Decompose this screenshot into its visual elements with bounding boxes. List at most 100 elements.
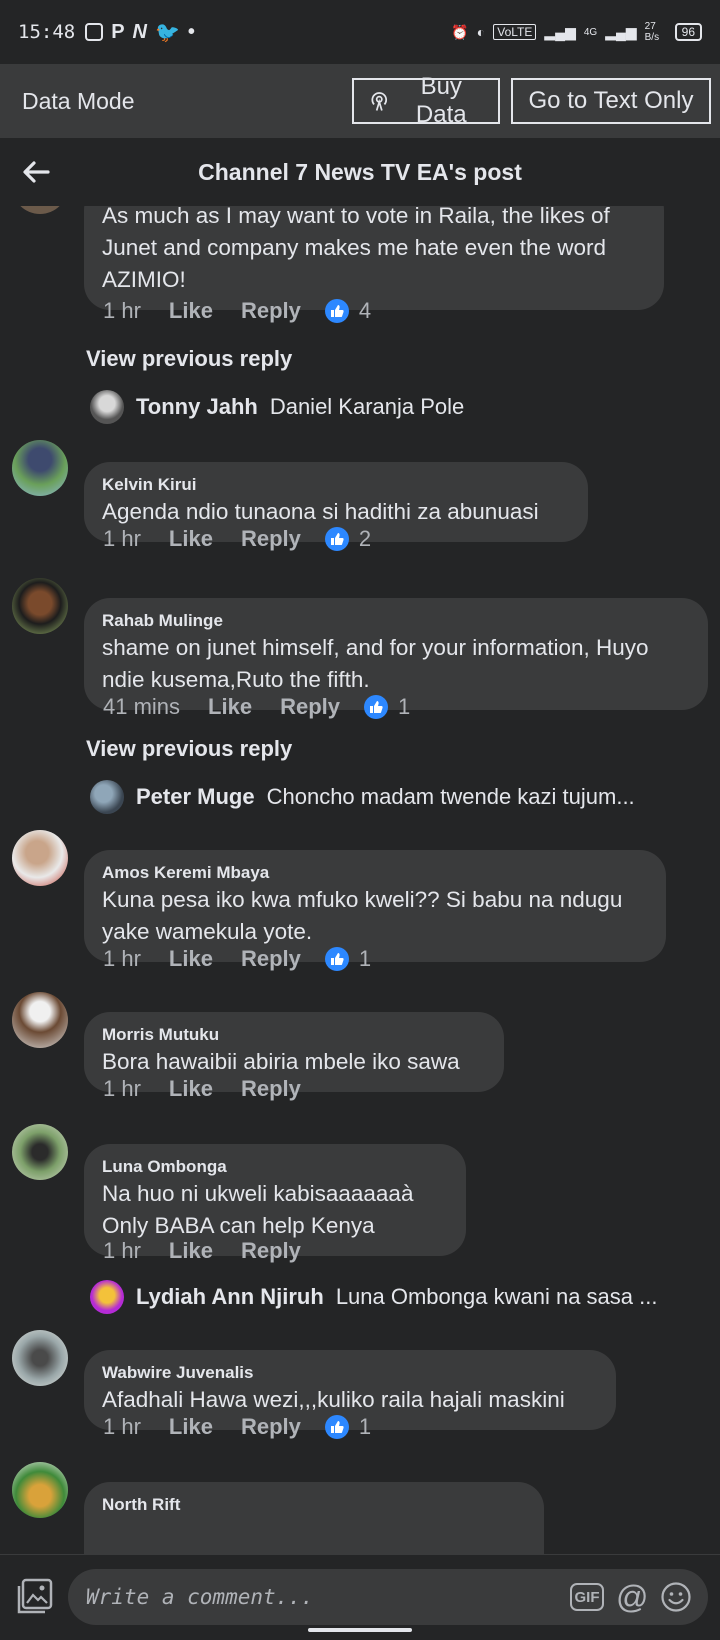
home-indicator[interactable] bbox=[308, 1628, 412, 1632]
thumbs-up-icon bbox=[324, 1415, 349, 1439]
reply-button[interactable]: Reply bbox=[241, 298, 301, 324]
net-speed: 27 B/s bbox=[644, 21, 660, 43]
comment-author[interactable]: Morris Mutuku bbox=[102, 1024, 486, 1046]
reply-preview[interactable]: Lydiah Ann Njiruh Luna Ombonga kwani na … bbox=[90, 1280, 710, 1314]
comment-text: shame on junet himself, and for your inf… bbox=[102, 635, 649, 692]
avatar[interactable] bbox=[12, 1124, 68, 1180]
app-icon bbox=[85, 23, 104, 41]
page-title: Channel 7 News TV EA's post bbox=[198, 158, 522, 185]
reply-preview[interactable]: Tonny Jahh Daniel Karanja Pole bbox=[90, 390, 710, 424]
comment-author[interactable]: Kelvin Kirui bbox=[102, 474, 570, 496]
avatar bbox=[90, 390, 124, 424]
avatar[interactable] bbox=[12, 440, 68, 496]
photo-icon[interactable] bbox=[16, 1577, 54, 1615]
battery-icon: 96 bbox=[674, 23, 702, 41]
notification-icons: P N 🐦 • bbox=[85, 20, 195, 45]
comment-author[interactable]: Luna Ombonga bbox=[102, 1156, 448, 1178]
like-button[interactable]: Like bbox=[169, 298, 213, 324]
reaction-count[interactable]: 1 bbox=[324, 1414, 372, 1440]
comment-author[interactable]: North Rift bbox=[102, 1494, 526, 1516]
comments-feed[interactable]: As much as I may want to vote in Raila, … bbox=[0, 206, 720, 1554]
reply-button[interactable]: Reply bbox=[241, 1076, 301, 1102]
system-icons: ⏰ ◐ VoLTE ▂▄▆ 4G ▂▄▆ 27 B/s 96 bbox=[451, 21, 702, 43]
avatar bbox=[90, 1280, 124, 1314]
reaction-count[interactable]: 4 bbox=[324, 298, 372, 324]
comment-text: Agenda ndio tunaona si hadithi za abunua… bbox=[102, 499, 539, 524]
reply-author: Tonny Jahh bbox=[136, 394, 258, 419]
reaction-number: 1 bbox=[358, 1414, 372, 1439]
data-mode-title: Data Mode bbox=[22, 87, 135, 114]
comment-time: 1 hr bbox=[103, 946, 141, 971]
comment-author[interactable]: Amos Keremi Mbaya bbox=[102, 862, 648, 884]
comment-bubble[interactable]: North Rift bbox=[84, 1482, 544, 1554]
view-previous-reply-link[interactable]: View previous reply bbox=[86, 736, 292, 762]
avatar[interactable] bbox=[12, 1462, 68, 1518]
avatar[interactable] bbox=[12, 1330, 68, 1386]
comment-actions: 41 mins Like Reply 1 bbox=[103, 694, 410, 720]
reaction-number: 1 bbox=[398, 694, 411, 719]
reaction-count[interactable]: 1 bbox=[364, 694, 410, 720]
reply-author: Lydiah Ann Njiruh bbox=[136, 1284, 324, 1309]
reaction-count[interactable]: 1 bbox=[324, 946, 372, 972]
data-mode-bar: Data Mode Buy Data Go to Text Only bbox=[0, 64, 720, 138]
avatar[interactable] bbox=[12, 992, 68, 1048]
comment-text: Na huo ni ukweli kabisaaaaaaà Only BABA … bbox=[102, 1181, 414, 1238]
alarm-icon: ⏰ bbox=[451, 23, 469, 40]
p-app-icon: P bbox=[111, 20, 125, 43]
twitter-icon: 🐦 bbox=[155, 21, 180, 44]
reaction-number: 4 bbox=[358, 298, 372, 323]
comment-author[interactable]: Wabwire Juvenalis bbox=[102, 1362, 598, 1384]
reply-author: Peter Muge bbox=[136, 784, 255, 809]
volte-badge: VoLTE bbox=[493, 24, 537, 40]
comment-actions: 1 hr Like Reply 1 bbox=[103, 946, 371, 972]
comment-author[interactable]: Rahab Mulinge bbox=[102, 610, 690, 632]
like-button[interactable]: Like bbox=[169, 526, 213, 552]
comment-text: As much as I may want to vote in Raila, … bbox=[102, 206, 610, 292]
comment-time: 41 mins bbox=[103, 694, 181, 719]
broadcast-icon bbox=[371, 92, 388, 111]
reaction-number: 1 bbox=[358, 946, 372, 971]
buy-data-button[interactable]: Buy Data bbox=[352, 73, 500, 128]
comment-time: 1 hr bbox=[103, 1414, 141, 1439]
dot-icon: • bbox=[187, 20, 195, 43]
avatar[interactable] bbox=[12, 830, 68, 886]
avatar[interactable] bbox=[12, 578, 68, 634]
text-only-button[interactable]: Go to Text Only bbox=[511, 78, 711, 124]
reply-text: Luna Ombonga kwani na sasa ... bbox=[335, 1284, 658, 1309]
emoji-icon[interactable] bbox=[660, 1581, 692, 1613]
comment-time: 1 hr bbox=[103, 526, 141, 551]
view-previous-reply-link[interactable]: View previous reply bbox=[86, 346, 292, 372]
avatar[interactable] bbox=[12, 206, 68, 214]
reply-button[interactable]: Reply bbox=[241, 1414, 301, 1440]
like-button[interactable]: Like bbox=[169, 946, 213, 972]
reply-button[interactable]: Reply bbox=[241, 1238, 301, 1264]
comment-text: Afadhali Hawa wezi,,,kuliko raila hajali… bbox=[102, 1387, 565, 1412]
comment-actions: 1 hr Like Reply 1 bbox=[103, 1414, 371, 1440]
buy-data-label: Buy Data bbox=[415, 73, 467, 128]
network-type: 4G bbox=[583, 26, 598, 38]
reply-button[interactable]: Reply bbox=[280, 694, 340, 720]
mention-icon[interactable]: @ bbox=[616, 1579, 648, 1616]
like-button[interactable]: Like bbox=[169, 1238, 213, 1264]
comment-text: Kuna pesa iko kwa mfuko kweli?? Si babu … bbox=[102, 887, 623, 944]
reply-preview[interactable]: Peter Muge Choncho madam twende kazi tuj… bbox=[90, 780, 710, 814]
dnd-icon: ◐ bbox=[476, 24, 486, 40]
status-bar: 15:48 P N 🐦 • ⏰ ◐ VoLTE ▂▄▆ 4G ▂▄▆ 27 B/… bbox=[0, 0, 720, 64]
post-header: Channel 7 News TV EA's post bbox=[0, 138, 720, 206]
reaction-count[interactable]: 2 bbox=[324, 526, 372, 552]
comment-input[interactable] bbox=[68, 1569, 708, 1625]
comment-bubble[interactable]: As much as I may want to vote in Raila, … bbox=[84, 206, 664, 310]
reply-text: Daniel Karanja Pole bbox=[269, 394, 465, 419]
gif-icon[interactable]: GIF bbox=[570, 1583, 604, 1611]
like-button[interactable]: Like bbox=[169, 1414, 213, 1440]
clock: 15:48 bbox=[18, 21, 76, 43]
comment-actions: 1 hr Like Reply bbox=[103, 1238, 301, 1264]
signal-icon: ▂▄▆ bbox=[544, 23, 576, 40]
reply-button[interactable]: Reply bbox=[241, 946, 301, 972]
comment-text: Bora hawaibii abiria mbele iko sawa bbox=[102, 1049, 460, 1074]
reaction-number: 2 bbox=[358, 526, 372, 551]
like-button[interactable]: Like bbox=[169, 1076, 213, 1102]
reply-button[interactable]: Reply bbox=[241, 526, 301, 552]
like-button[interactable]: Like bbox=[208, 694, 252, 720]
back-arrow-icon[interactable] bbox=[20, 156, 52, 188]
